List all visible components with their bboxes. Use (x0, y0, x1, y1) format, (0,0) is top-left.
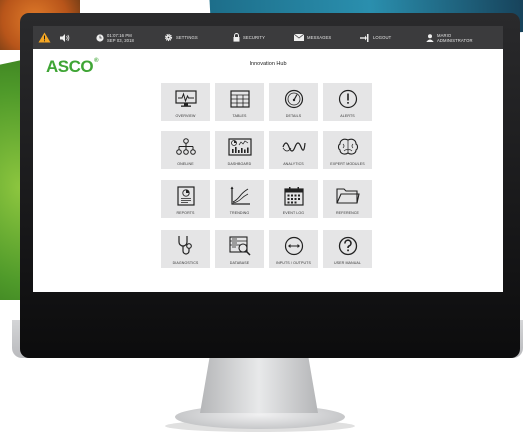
tile-user-manual[interactable]: USER MANUAL (323, 230, 372, 268)
help-circle-icon (338, 236, 357, 255)
security-button[interactable]: SECURITY (233, 26, 265, 49)
clock-widget: 01:07:16 PM SEP 03, 2018 (96, 26, 134, 49)
tile-label: USER MANUAL (333, 261, 362, 265)
report-icon (176, 185, 195, 206)
screen: 01:07:16 PM SEP 03, 2018 SETTINGS SECURI… (33, 26, 503, 292)
tile-label: ALERTS (340, 114, 355, 118)
messages-label: MESSAGES (307, 35, 332, 40)
database-search-icon (228, 235, 251, 256)
registered-mark: ® (94, 58, 99, 64)
user-menu[interactable]: MARIO ADMINISTRATOR (426, 26, 473, 49)
top-bar: 01:07:16 PM SEP 03, 2018 SETTINGS SECURI… (33, 26, 503, 49)
security-label: SECURITY (243, 35, 265, 40)
tile-label: DIAGNOSTICS (172, 261, 199, 265)
logout-button[interactable]: LOGOUT (360, 26, 391, 49)
tile-label: REFERENCE (335, 211, 360, 215)
tile-label: EXPERT MODULES (330, 162, 365, 166)
messages-button[interactable]: MESSAGES (294, 26, 331, 49)
tile-label: EVENT LOG (282, 211, 305, 215)
clock-date: SEP 03, 2018 (107, 37, 134, 43)
table-icon (229, 89, 250, 108)
tile-label: ANALYTICS (283, 162, 304, 166)
tile-label: INPUTS / OUTPUTS (276, 261, 311, 265)
monitor-stand-neck (200, 358, 318, 413)
tile-database[interactable]: DATABASE (215, 230, 264, 268)
warning-icon[interactable] (38, 26, 51, 49)
user-role: ADMINISTRATOR (437, 37, 473, 43)
calendar-icon (283, 186, 304, 206)
hierarchy-icon (175, 137, 196, 155)
logout-label: LOGOUT (373, 35, 392, 40)
tile-inputs-outputs[interactable]: INPUTS / OUTPUTS (269, 230, 318, 268)
alert-circle-icon (338, 89, 357, 108)
waveform-icon (281, 141, 306, 152)
tile-event-log[interactable]: EVENT LOG (269, 180, 318, 218)
tile-label: TRENDING (229, 211, 250, 215)
tile-diagnostics[interactable]: DIAGNOSTICS (161, 230, 210, 268)
tile-label: OVERVIEW (175, 114, 196, 118)
tile-reference[interactable]: REFERENCE (323, 180, 372, 218)
tile-details[interactable]: DETAILS (269, 83, 318, 121)
tile-label: ONELINE (177, 162, 194, 166)
arrows-horizontal-icon (284, 236, 303, 255)
tile-label: TABLES (232, 114, 247, 118)
gear-icon (164, 33, 173, 42)
tile-reports[interactable]: REPORTS (161, 180, 210, 218)
gauge-icon (284, 89, 303, 108)
settings-label: SETTINGS (176, 35, 198, 40)
trend-chart-icon (230, 186, 250, 205)
lock-icon (233, 33, 240, 42)
tile-overview[interactable]: OVERVIEW (161, 83, 210, 121)
brain-icon (337, 138, 358, 155)
envelope-icon (294, 34, 304, 41)
tile-label: REPORTS (176, 211, 195, 215)
user-icon (426, 33, 434, 42)
logout-icon (360, 33, 369, 42)
tile-alerts[interactable]: ALERTS (323, 83, 372, 121)
tile-dashboard[interactable]: DASHBOARD (215, 131, 264, 169)
tile-tables[interactable]: TABLES (215, 83, 264, 121)
tile-oneline[interactable]: ONELINE (161, 131, 210, 169)
tile-trending[interactable]: TRENDING (215, 180, 264, 218)
logo-text: ASCO (46, 57, 94, 76)
tile-expert-modules[interactable]: EXPERT MODULES (323, 131, 372, 169)
clock-icon (96, 33, 104, 42)
folder-icon (335, 187, 360, 204)
settings-button[interactable]: SETTINGS (164, 26, 198, 49)
stethoscope-icon (177, 235, 192, 255)
speaker-icon[interactable] (60, 26, 70, 49)
tile-label: DATABASE (229, 261, 250, 265)
asco-logo: ASCO® (46, 57, 99, 77)
tile-label: DASHBOARD (227, 162, 252, 166)
dashboard-icon (227, 137, 252, 156)
tile-analytics[interactable]: ANALYTICS (269, 131, 318, 169)
monitor-pulse-icon (174, 89, 197, 107)
page-title: Innovation Hub (249, 61, 287, 67)
tile-label: DETAILS (285, 114, 302, 118)
